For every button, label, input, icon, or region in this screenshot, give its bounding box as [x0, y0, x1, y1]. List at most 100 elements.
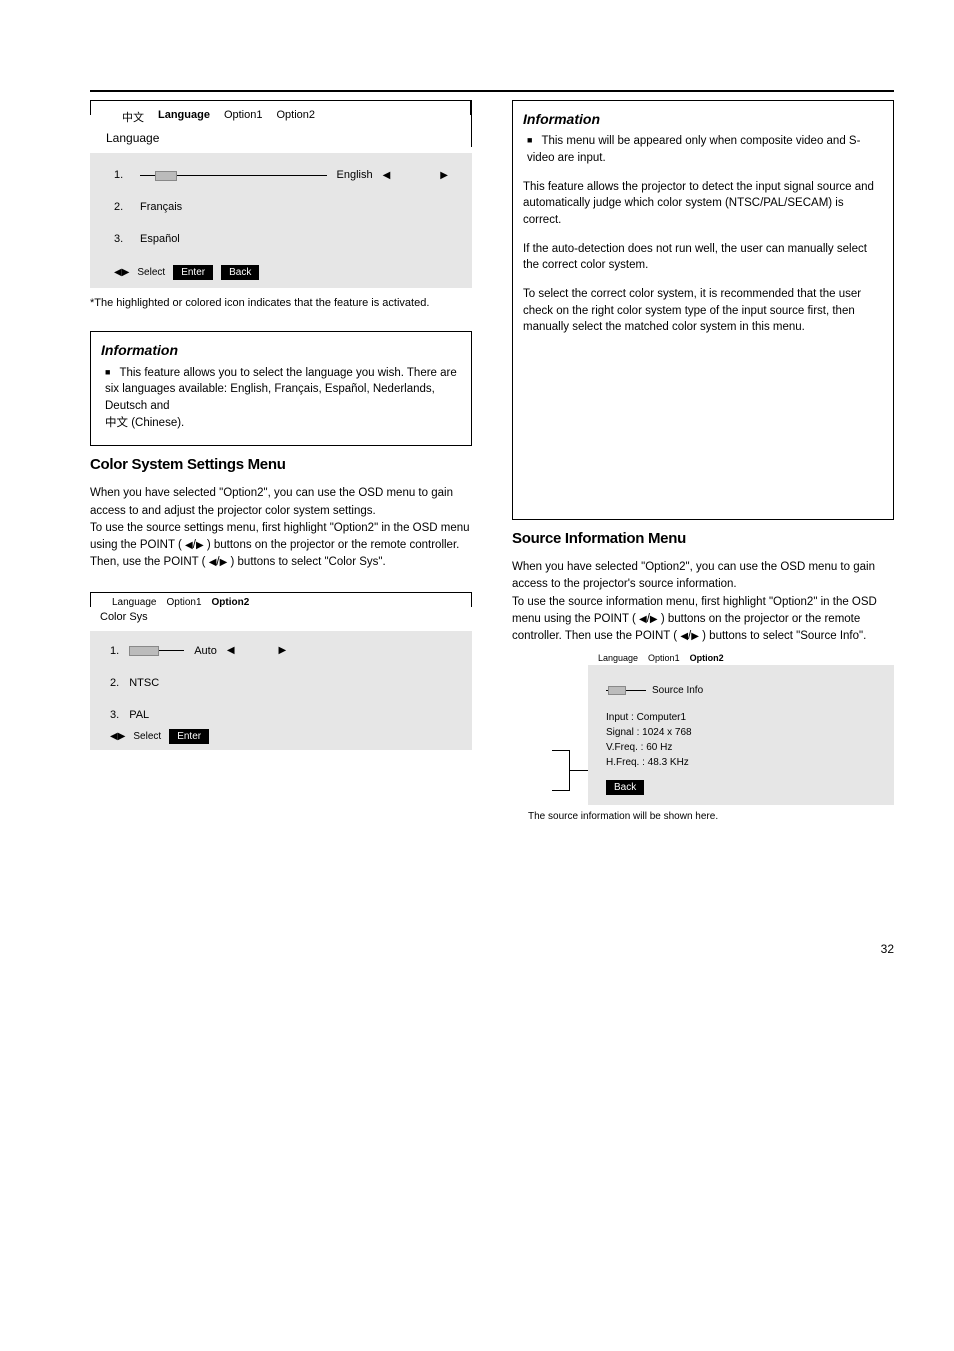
mini-line: H.Freq. : 48.3 KHz [606, 755, 876, 770]
osd-header: 中文 Language Option1 Option2 Language [90, 100, 472, 147]
triangle-right-icon: ▶ [279, 645, 287, 656]
triangle-lr-icon: ◀▶ [114, 267, 129, 278]
callout-text: The source information will be shown her… [528, 811, 894, 822]
color-sys-para: When you have selected "Option2", you ca… [90, 485, 472, 571]
mini-row-title: Source Info [606, 685, 876, 696]
row-ntsc[interactable]: 2. NTSC [110, 677, 452, 689]
slider-knob[interactable] [129, 646, 159, 656]
row-index: 1. [114, 169, 130, 181]
top-rule [90, 90, 894, 92]
para-text: When you have selected "Option2", you ca… [90, 487, 453, 516]
row-name: English [337, 169, 373, 181]
mini-line: Input : Computer1 [606, 710, 876, 725]
triangle-left-icon: ◀ [383, 170, 391, 181]
row-name: Auto [194, 645, 217, 657]
tab-language[interactable]: Language [112, 597, 157, 608]
info-language-box: Information This feature allows you to s… [90, 331, 472, 446]
slider-knob[interactable] [155, 171, 177, 181]
tab-option2[interactable]: Option2 [212, 597, 250, 608]
info-zh: 中文 [105, 417, 128, 429]
para-text: When you have selected "Option2", you ca… [512, 561, 875, 590]
legend-enter[interactable]: Enter [173, 265, 213, 280]
osd-tab-option2[interactable]: Option2 [276, 107, 315, 127]
osd-tab-row: 中文 Language Option1 Option2 [98, 107, 471, 127]
triangle-left-icon: ◀ [209, 557, 217, 568]
triangle-right-icon: ▶ [196, 540, 204, 551]
para-text: ) buttons to select "Color Sys". [231, 556, 386, 568]
row-name: PAL [129, 709, 149, 721]
triangle-right-icon: ▶ [440, 170, 448, 181]
legend-select: Select [137, 267, 165, 278]
source-info-para: When you have selected "Option2", you ca… [512, 559, 894, 645]
mini-osd-wrap: Language Option1 Option2 Source Info Inp… [552, 665, 894, 822]
tab-language[interactable]: Language [598, 653, 638, 663]
info-para-3: To select the correct color system, it i… [523, 286, 883, 336]
source-info-header: Source Information Menu [512, 530, 894, 547]
legend-back[interactable]: Back [606, 780, 644, 795]
mini-line: Signal : 1024 x 768 [606, 725, 876, 740]
osd2-legend: ◀▶ Select Enter [110, 729, 452, 744]
triangle-right-icon: ▶ [691, 631, 699, 642]
page: 中文 Language Option1 Option2 Language 1. … [0, 0, 954, 996]
row-index: 2. [110, 677, 119, 689]
mini-info-lines: Input : Computer1 Signal : 1024 x 768 V.… [606, 710, 876, 770]
osd-tab-zh[interactable]: 中文 [122, 107, 144, 127]
row-index: 1. [110, 645, 119, 657]
row-name: Français [140, 201, 182, 213]
osd-tab-option1[interactable]: Option1 [224, 107, 263, 127]
row-auto[interactable]: 1. Auto ◀ ▶ [110, 645, 452, 657]
info-text: This feature allows you to select the la… [105, 367, 457, 412]
color-sys-header: Color System Settings Menu [90, 456, 472, 473]
triangle-right-icon: ▶ [650, 614, 658, 625]
osd2-header: Language Option1 Option2 Color Sys [90, 592, 472, 625]
mini-legend: Back [606, 780, 876, 795]
info-source-box: Information This menu will be appeared o… [512, 100, 894, 520]
row-name: NTSC [129, 677, 159, 689]
triangle-right-icon: ▶ [220, 557, 228, 568]
tab-option1[interactable]: Option1 [167, 597, 202, 608]
info-bullet: This feature allows you to select the la… [105, 365, 461, 432]
info-title: Information [101, 340, 461, 360]
slider-knob[interactable] [608, 686, 626, 695]
info-bullet: This menu will be appeared only when com… [527, 133, 883, 166]
row-index: 3. [110, 709, 119, 721]
row-pal[interactable]: 3. PAL [110, 709, 452, 721]
info-text: This menu will be appeared only when com… [527, 135, 860, 164]
info-post: (Chinese). [131, 417, 184, 429]
row-index: 3. [114, 233, 130, 245]
info-para-1: This feature allows the projector to det… [523, 179, 883, 229]
osd-menu-title: Language [98, 131, 471, 145]
tab-option2[interactable]: Option2 [690, 653, 724, 663]
info-title: Information [523, 109, 883, 129]
info-para-2: If the auto-detection does not run well,… [523, 241, 883, 274]
osd-row-francais[interactable]: 2. Français [114, 201, 448, 213]
legend-enter[interactable]: Enter [169, 729, 209, 744]
osd-footnote: *The highlighted or colored icon indicat… [90, 296, 472, 311]
osd-tab-language[interactable]: Language [158, 107, 210, 127]
page-number: 32 [90, 942, 894, 956]
para-text: ) buttons to select "Source Info". [702, 630, 866, 642]
left-column: 中文 Language Option1 Option2 Language 1. … [90, 100, 472, 750]
osd2-title: Color Sys [94, 611, 472, 623]
mini-title: Source Info [652, 685, 703, 696]
osd-legend: ◀▶ Select Enter Back [114, 265, 448, 280]
triangle-left-icon: ◀ [680, 631, 688, 642]
triangle-left-icon: ◀ [227, 645, 235, 656]
legend-back[interactable]: Back [221, 265, 259, 280]
triangle-left-icon: ◀ [639, 614, 647, 625]
tab-option1[interactable]: Option1 [648, 653, 680, 663]
osd-row-english[interactable]: 1. English ◀ ▶ [114, 169, 448, 181]
mini-osd-panel: Language Option1 Option2 Source Info Inp… [588, 665, 894, 822]
triangle-lr-icon: ◀▶ [110, 731, 125, 742]
legend-select: Select [133, 731, 161, 742]
osd-colorsys-menu: Language Option1 Option2 Color Sys 1. Au… [90, 592, 472, 750]
osd-body: 1. English ◀ ▶ 2. Français 3. Español [90, 153, 472, 288]
row-name: Español [140, 233, 180, 245]
osd-language-menu: 中文 Language Option1 Option2 Language 1. … [90, 100, 472, 311]
row-index: 2. [114, 201, 130, 213]
osd-row-espanol[interactable]: 3. Español [114, 233, 448, 245]
right-column: Information This menu will be appeared o… [512, 100, 894, 822]
osd2-body: 1. Auto ◀ ▶ 2. NTSC 3. PAL [90, 631, 472, 750]
triangle-left-icon: ◀ [185, 540, 193, 551]
mini-tabs: Language Option1 Option2 [598, 653, 724, 663]
